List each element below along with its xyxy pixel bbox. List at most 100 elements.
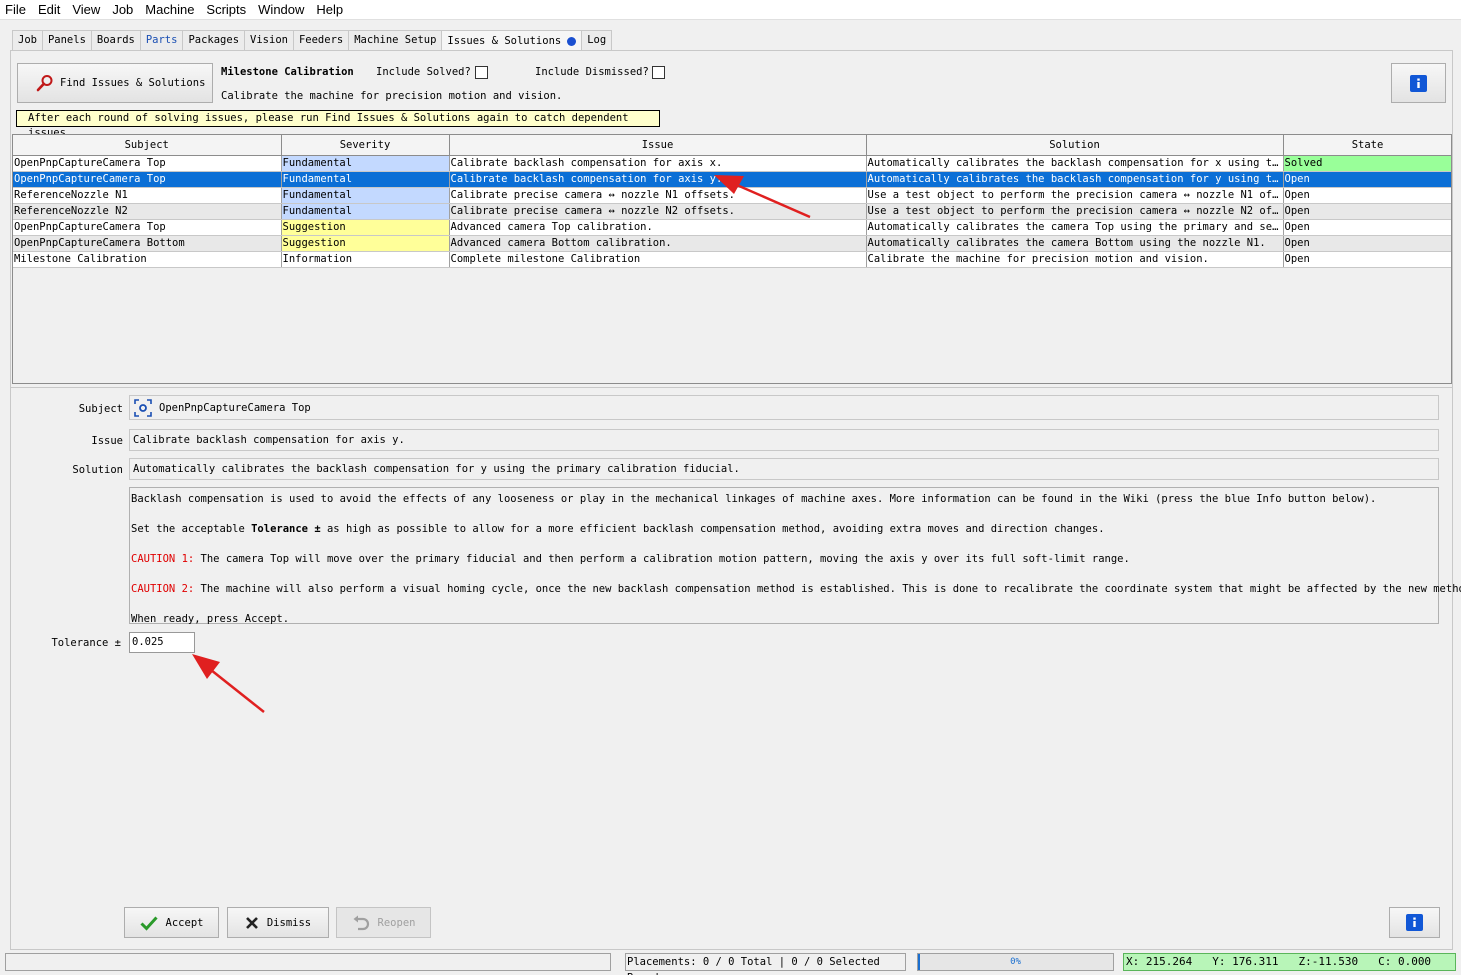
caution-1-label: CAUTION 1: [131,553,195,565]
menu-bar: File Edit View Job Machine Scripts Windo… [0,0,1461,20]
cell-severity: Fundamental [281,155,450,172]
cell-state: Solved [1283,155,1451,172]
cell-solution: Calibrate the machine for precision moti… [866,251,1284,268]
issue-field: Calibrate backlash compensation for axis… [129,429,1439,451]
table-row[interactable]: ReferenceNozzle N2 Fundamental Calibrate… [13,203,1451,220]
x-coordinate: X: 215.264 [1126,955,1193,968]
coordinates-readout: X: 215.264 Y: 176.311 Z:-11.530 C: 0.000 [1123,953,1456,971]
caution-2-label: CAUTION 2: [131,583,195,595]
notification-dot-icon [567,36,577,46]
table-row[interactable]: OpenPnpCaptureCamera Top Suggestion Adva… [13,219,1451,236]
column-header-severity[interactable]: Severity [281,135,450,156]
tab-issues-solutions[interactable]: Issues & Solutions [441,30,583,51]
cell-severity: Suggestion [281,235,450,252]
info-icon [1406,914,1423,931]
info-icon [1410,74,1427,92]
cell-subject: OpenPnpCaptureCamera Top [13,171,282,188]
accept-button[interactable]: Accept [124,907,219,938]
tab-parts[interactable]: Parts [139,30,184,50]
find-issues-button[interactable]: Find Issues & Solutions [17,63,213,103]
caution-2-text: The machine will also perform a visual h… [194,583,1461,595]
cell-issue: Complete milestone Calibration [449,251,867,268]
menu-scripts[interactable]: Scripts [200,0,252,20]
menu-job[interactable]: Job [106,0,139,20]
table-row-selected[interactable]: OpenPnpCaptureCamera Top Fundamental Cal… [13,171,1451,188]
z-coordinate: Z:-11.530 [1298,955,1359,968]
solution-field: Automatically calibrates the backlash co… [129,458,1439,480]
tolerance-paragraph: Set the acceptable Tolerance ± as high a… [131,523,1105,535]
close-icon [245,916,258,929]
menu-machine[interactable]: Machine [139,0,200,20]
tab-boards[interactable]: Boards [90,30,141,50]
description-paragraph: Backlash compensation is used to avoid t… [131,493,1377,505]
tolerance-label: Tolerance ± [51,637,121,649]
cell-solution: Automatically calibrates the backlash co… [866,171,1284,188]
tab-feeders[interactable]: Feeders [292,30,350,50]
cell-severity: Information [281,251,450,268]
tolerance-text-post: as high as possible to allow for a more … [320,523,1105,535]
table-row[interactable]: OpenPnpCaptureCamera Top Fundamental Cal… [13,155,1451,172]
cell-solution: Automatically calibrates the backlash co… [866,155,1284,172]
tab-bar: Job Panels Boards Parts Packages Vision … [12,30,613,51]
placements-status: Placements: 0 / 0 Total | 0 / 0 Selected… [625,953,906,975]
cell-severity: Fundamental [281,171,450,188]
tab-job[interactable]: Job [12,30,43,50]
include-solved-label: Include Solved? [376,66,471,78]
column-header-state[interactable]: State [1283,135,1451,156]
menu-edit[interactable]: Edit [32,0,66,20]
cell-severity: Fundamental [281,187,450,204]
cell-subject: OpenPnpCaptureCamera Top [13,155,282,172]
info-button-bottom[interactable] [1389,907,1440,938]
tolerance-text-bold: Tolerance ± [251,523,321,535]
menu-view[interactable]: View [66,0,106,20]
table-row[interactable]: ReferenceNozzle N1 Fundamental Calibrate… [13,187,1451,204]
reopen-label: Reopen [377,916,416,929]
cell-issue: Advanced camera Bottom calibration. [449,235,867,252]
info-button-top[interactable] [1391,63,1446,103]
ready-paragraph: When ready, press Accept. [131,613,290,625]
include-dismissed-checkbox[interactable] [652,66,665,79]
cell-state: Open [1283,235,1451,252]
subject-value: OpenPnpCaptureCamera Top [159,401,311,414]
column-header-issue[interactable]: Issue [449,135,867,156]
issue-value: Calibrate backlash compensation for axis… [133,434,405,446]
column-header-subject[interactable]: Subject [13,135,282,156]
tolerance-input[interactable]: 0.025 [129,632,195,653]
tab-machine-setup[interactable]: Machine Setup [348,30,443,50]
include-solved-checkbox[interactable] [475,66,488,79]
subject-label: Subject [78,403,123,415]
split-divider[interactable] [10,387,1453,388]
y-coordinate: Y: 176.311 [1212,955,1279,968]
caution-1-text: The camera Top will move over the primar… [194,553,1130,565]
status-message [5,953,611,971]
cell-issue: Calibrate backlash compensation for axis… [449,155,867,172]
table-row[interactable]: Milestone Calibration Information Comple… [13,251,1451,268]
cell-subject: OpenPnpCaptureCamera Top [13,219,282,236]
tab-vision[interactable]: Vision [244,30,294,50]
cell-severity: Suggestion [281,219,450,236]
tab-packages[interactable]: Packages [182,30,246,50]
reopen-button[interactable]: Reopen [336,907,431,938]
cell-solution: Automatically calibrates the camera Top … [866,219,1284,236]
cell-state: Open [1283,251,1451,268]
cell-solution: Use a test object to perform the precisi… [866,187,1284,204]
include-dismissed-label: Include Dismissed? [535,66,649,78]
table-row[interactable]: OpenPnpCaptureCamera Bottom Suggestion A… [13,235,1451,252]
menu-help[interactable]: Help [310,0,349,20]
tab-log[interactable]: Log [581,30,613,50]
cell-subject: Milestone Calibration [13,251,282,268]
c-coordinate: C: 0.000 [1378,955,1432,968]
progress-text: 0% [1010,957,1021,967]
cell-state: Open [1283,187,1451,204]
solution-value: Automatically calibrates the backlash co… [133,463,740,475]
undo-icon [353,915,369,930]
hint-banner: After each round of solving issues, plea… [16,110,660,139]
column-header-solution[interactable]: Solution [866,135,1284,156]
dismiss-button[interactable]: Dismiss [227,907,329,938]
menu-window[interactable]: Window [252,0,310,20]
menu-file[interactable]: File [0,0,32,20]
cell-solution: Automatically calibrates the camera Bott… [866,235,1284,252]
cell-solution: Use a test object to perform the precisi… [866,203,1284,220]
tab-panels[interactable]: Panels [41,30,92,50]
dismiss-label: Dismiss [266,916,312,929]
